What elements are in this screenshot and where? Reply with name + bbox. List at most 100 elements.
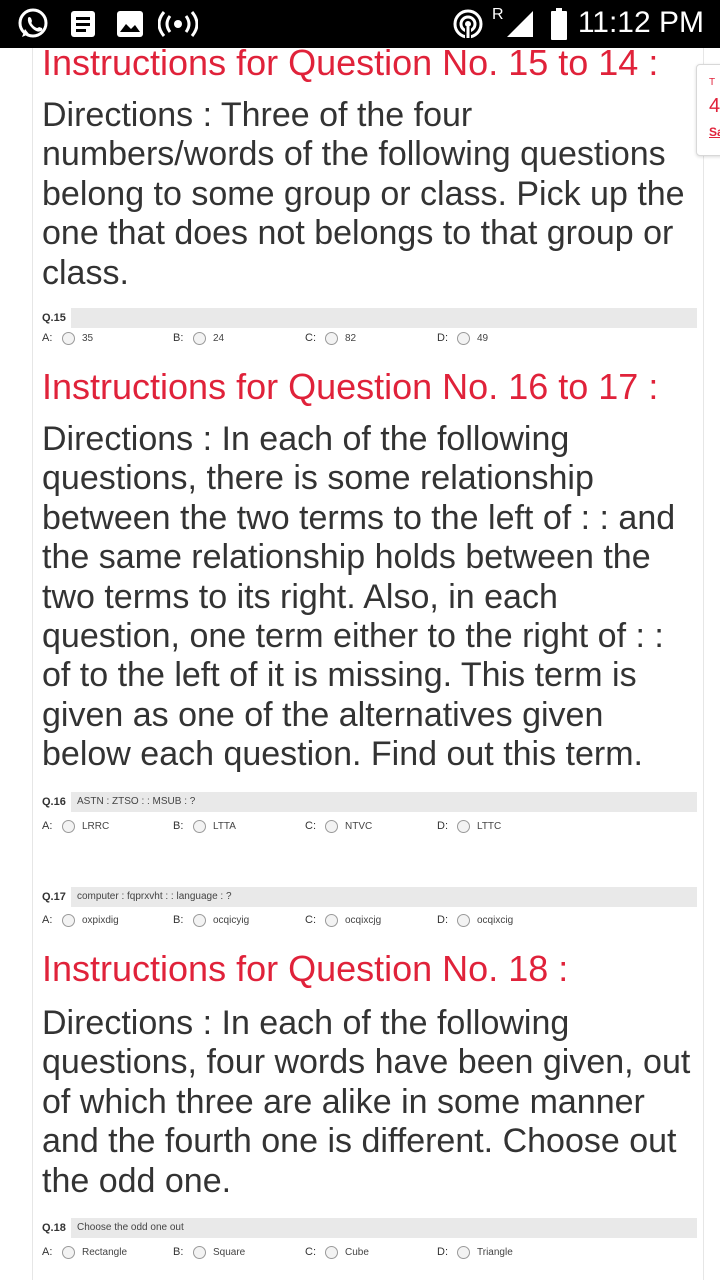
option-d[interactable]: D: ocqixcig xyxy=(437,910,513,930)
side-timer-save-panel[interactable]: T 4 Sav xyxy=(696,64,720,156)
question-text: computer : fqprxvht : : language : ? xyxy=(71,887,697,907)
question-text: Choose the odd one out xyxy=(71,1218,697,1238)
option-d[interactable]: D: LTTC xyxy=(437,816,501,836)
option-d[interactable]: D: Triangle xyxy=(437,1242,513,1262)
radio-button[interactable] xyxy=(193,331,206,345)
option-letter: D: xyxy=(437,1246,448,1258)
option-letter: A: xyxy=(42,820,53,832)
status-bar: R 11:12 PM xyxy=(0,0,720,48)
option-label: LTTC xyxy=(477,820,502,832)
question-header: Q.17 computer : fqprxvht : : language : … xyxy=(33,887,697,907)
option-c[interactable]: C: 82 xyxy=(305,328,356,348)
directions-text: Directions : In each of the following qu… xyxy=(42,1004,691,1200)
radio-button[interactable] xyxy=(62,1245,75,1259)
option-a[interactable]: A: LRRC xyxy=(42,816,109,836)
image-icon xyxy=(114,8,146,40)
option-letter: C: xyxy=(305,332,316,344)
option-letter: B: xyxy=(173,914,184,926)
option-b[interactable]: B: Square xyxy=(173,1242,245,1262)
battery-icon xyxy=(548,8,570,40)
question-number: Q.16 xyxy=(42,796,66,808)
directions-text: Directions : Three of the four numbers/w… xyxy=(42,96,685,292)
option-letter: A: xyxy=(42,914,53,926)
question-number: Q.17 xyxy=(42,891,66,903)
whatsapp-icon xyxy=(14,8,52,40)
radio-button[interactable] xyxy=(457,913,470,927)
radio-button[interactable] xyxy=(457,331,470,345)
signal-icon xyxy=(504,8,536,40)
option-label: Rectangle xyxy=(82,1246,128,1258)
clock: 11:12 PM xyxy=(577,6,704,39)
options-row: A: Rectangle B: Square C: Cube D: Triangle xyxy=(33,1242,697,1262)
timer-label: T xyxy=(709,77,716,88)
option-label: ocqixcig xyxy=(477,914,514,926)
option-label: 49 xyxy=(477,332,489,344)
option-label: Square xyxy=(213,1246,246,1258)
question-header: Q.16 ASTN : ZTSO : : MSUB : ? xyxy=(33,792,697,812)
option-a[interactable]: A: 35 xyxy=(42,328,93,348)
option-a[interactable]: A: Rectangle xyxy=(42,1242,127,1262)
broadcast-icon xyxy=(158,8,198,40)
option-b[interactable]: B: ocqicyig xyxy=(173,910,249,930)
options-row: A: LRRC B: LTTA C: NTVC D: LTTC xyxy=(33,816,697,836)
instruction-title: Instructions for Question No. 15 to 14 : xyxy=(42,48,659,83)
option-label: 82 xyxy=(345,332,357,344)
option-letter: C: xyxy=(305,820,316,832)
option-label: 24 xyxy=(213,332,225,344)
question-text xyxy=(71,308,697,328)
question-header: Q.18 Choose the odd one out xyxy=(33,1218,697,1238)
option-label: NTVC xyxy=(345,820,373,832)
option-letter: A: xyxy=(42,332,53,344)
question-header: Q.15 xyxy=(33,308,697,328)
options-row: A: 35 B: 24 C: 82 D: 49 xyxy=(33,328,697,348)
option-letter: B: xyxy=(173,332,184,344)
document-icon xyxy=(68,8,98,40)
radio-button[interactable] xyxy=(193,1245,206,1259)
option-b[interactable]: B: LTTA xyxy=(173,816,236,836)
radio-button[interactable] xyxy=(325,331,338,345)
test-page: Instructions for Question No. 15 to 14 :… xyxy=(32,48,704,1280)
radio-button[interactable] xyxy=(193,913,206,927)
option-label: ocqicyig xyxy=(213,914,250,926)
option-label: Triangle xyxy=(477,1246,513,1258)
option-label: oxpixdig xyxy=(82,914,119,926)
option-c[interactable]: C: Cube xyxy=(305,1242,369,1262)
roaming-indicator: R xyxy=(492,6,504,23)
question-number: Q.15 xyxy=(42,312,66,324)
option-label: 35 xyxy=(82,332,94,344)
hotspot-icon xyxy=(450,8,486,40)
options-row: A: oxpixdig B: ocqicyig C: ocqixcjg D: ocqix… xyxy=(33,910,697,930)
option-label: LRRC xyxy=(82,820,110,832)
save-link[interactable]: Sav xyxy=(709,125,720,139)
instruction-title: Instructions for Question No. 16 to 17 : xyxy=(42,366,659,407)
option-c[interactable]: C: ocqixcjg xyxy=(305,910,381,930)
option-letter: D: xyxy=(437,332,448,344)
radio-button[interactable] xyxy=(457,1245,470,1259)
radio-button[interactable] xyxy=(62,331,75,345)
option-letter: D: xyxy=(437,914,448,926)
directions-text: Directions : In each of the following qu… xyxy=(42,420,676,774)
option-letter: C: xyxy=(305,1246,316,1258)
radio-button[interactable] xyxy=(62,913,75,927)
question-number: Q.18 xyxy=(42,1222,66,1234)
radio-button[interactable] xyxy=(325,913,338,927)
radio-button[interactable] xyxy=(457,819,470,833)
option-b[interactable]: B: 24 xyxy=(173,328,224,348)
option-label: Cube xyxy=(345,1246,369,1258)
radio-button[interactable] xyxy=(62,819,75,833)
option-label: LTTA xyxy=(213,820,236,832)
option-letter: B: xyxy=(173,1246,184,1258)
question-text: ASTN : ZTSO : : MSUB : ? xyxy=(71,792,697,812)
option-a[interactable]: A: oxpixdig xyxy=(42,910,119,930)
radio-button[interactable] xyxy=(193,819,206,833)
instruction-title: Instructions for Question No. 18 : xyxy=(42,948,569,989)
option-d[interactable]: D: 49 xyxy=(437,328,488,348)
timer-value: 4 xyxy=(709,95,720,117)
radio-button[interactable] xyxy=(325,819,338,833)
option-letter: B: xyxy=(173,820,184,832)
option-label: ocqixcjg xyxy=(345,914,382,926)
option-letter: A: xyxy=(42,1246,53,1258)
option-c[interactable]: C: NTVC xyxy=(305,816,372,836)
option-letter: D: xyxy=(437,820,448,832)
radio-button[interactable] xyxy=(325,1245,338,1259)
